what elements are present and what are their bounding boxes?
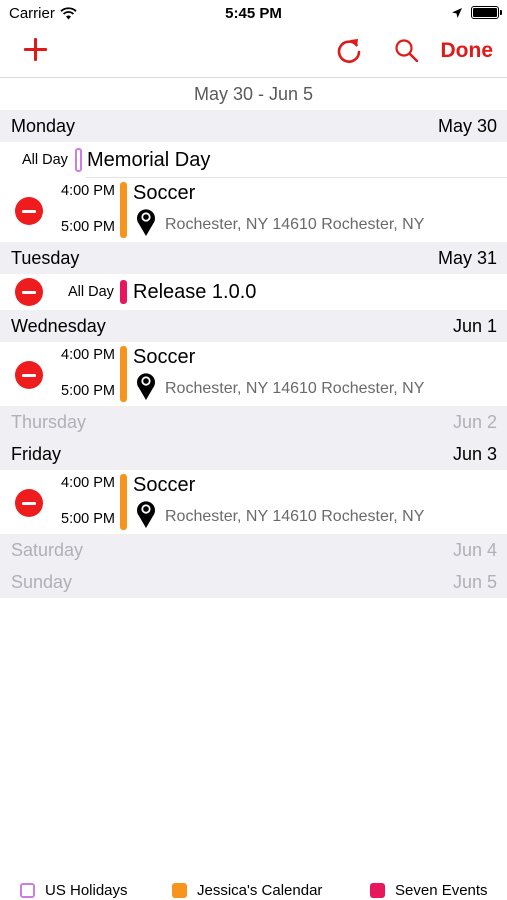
event-start-time: 4:00 PM xyxy=(61,347,115,363)
calendar-color-bar xyxy=(120,346,127,402)
done-button[interactable]: Done xyxy=(441,39,494,63)
day-header-sunday: Sunday Jun 5 xyxy=(0,566,507,598)
calendar-color-swatch xyxy=(20,883,35,898)
event-title: Soccer xyxy=(133,474,196,496)
day-header-friday: Friday Jun 3 xyxy=(0,438,507,470)
event-end-time: 5:00 PM xyxy=(61,383,115,399)
all-day-label: All Day xyxy=(22,152,68,168)
clock: 5:45 PM xyxy=(225,5,282,22)
event-row-soccer-wednesday[interactable]: 4:00 PM 5:00 PM Soccer Rochester, NY 146… xyxy=(0,342,507,406)
event-location: Rochester, NY 14610 Rochester, NY xyxy=(165,508,425,525)
event-row-soccer-monday[interactable]: 4:00 PM 5:00 PM Soccer Rochester, NY 146… xyxy=(0,178,507,242)
day-date: May 31 xyxy=(437,247,497,268)
day-name: Thursday xyxy=(11,411,87,432)
location-arrow-icon xyxy=(452,7,462,18)
delete-button[interactable] xyxy=(15,197,43,225)
calendar-color-swatch xyxy=(370,883,385,898)
add-event-button[interactable] xyxy=(22,36,50,64)
search-icon xyxy=(395,39,419,63)
day-name: Monday xyxy=(11,115,76,136)
calendar-color-bar xyxy=(120,474,127,530)
day-date: Jun 3 xyxy=(452,443,497,464)
calendar-color-bar xyxy=(120,182,127,238)
week-range-label: May 30 - Jun 5 xyxy=(193,84,314,104)
battery-icon xyxy=(471,6,502,19)
day-date: May 30 xyxy=(437,115,497,136)
event-row-soccer-friday[interactable]: 4:00 PM 5:00 PM Soccer Rochester, NY 146… xyxy=(0,470,507,534)
legend-item-seven-events: Seven Events xyxy=(370,882,488,899)
refresh-icon xyxy=(337,39,361,63)
delete-button[interactable] xyxy=(15,361,43,389)
search-button[interactable] xyxy=(394,38,420,64)
navigation-bar: Done xyxy=(0,28,507,78)
map-pin-icon xyxy=(137,373,155,400)
event-end-time: 5:00 PM xyxy=(61,511,115,527)
event-location: Rochester, NY 14610 Rochester, NY xyxy=(165,216,425,233)
legend-label: US Holidays xyxy=(45,882,128,899)
event-title: Memorial Day xyxy=(87,149,211,171)
legend-item-us-holidays: US Holidays xyxy=(20,882,128,899)
day-name: Tuesday xyxy=(11,247,80,268)
event-start-time: 4:00 PM xyxy=(61,475,115,491)
map-pin-icon xyxy=(137,501,155,528)
day-date: Jun 2 xyxy=(452,411,497,432)
calendar-color-swatch xyxy=(172,883,187,898)
day-header-monday: Monday May 30 xyxy=(0,110,507,142)
all-day-label: All Day xyxy=(68,284,114,300)
day-date: Jun 4 xyxy=(452,539,497,560)
status-bar: Carrier 5:45 PM xyxy=(0,0,507,28)
event-title: Soccer xyxy=(133,182,196,204)
legend-label: Jessica's Calendar xyxy=(197,882,323,899)
day-header-thursday: Thursday Jun 2 xyxy=(0,406,507,438)
event-title: Soccer xyxy=(133,346,196,368)
day-date: Jun 5 xyxy=(452,571,497,592)
legend-item-jessicas-calendar: Jessica's Calendar xyxy=(172,882,322,899)
day-name: Sunday xyxy=(11,571,73,592)
event-row-release[interactable]: All Day Release 1.0.0 xyxy=(0,274,507,310)
status-icons xyxy=(451,6,502,19)
delete-button[interactable] xyxy=(15,489,43,517)
event-title: Release 1.0.0 xyxy=(133,281,257,303)
calendar-color-bar xyxy=(75,148,82,172)
map-pin-icon xyxy=(137,209,155,236)
day-name: Friday xyxy=(11,443,62,464)
event-row-memorial-day[interactable]: All Day Memorial Day xyxy=(0,142,507,178)
day-header-wednesday: Wednesday Jun 1 xyxy=(0,310,507,342)
event-start-time: 4:00 PM xyxy=(61,183,115,199)
delete-button[interactable] xyxy=(15,278,43,306)
day-header-saturday: Saturday Jun 4 xyxy=(0,534,507,566)
event-end-time: 5:00 PM xyxy=(61,219,115,235)
calendar-color-bar xyxy=(120,280,127,304)
refresh-button[interactable] xyxy=(334,36,364,66)
week-agenda-list: Monday May 30 All Day Memorial Day 4:00 … xyxy=(0,110,507,598)
day-name: Saturday xyxy=(11,539,84,560)
event-location: Rochester, NY 14610 Rochester, NY xyxy=(165,380,425,397)
legend-label: Seven Events xyxy=(395,882,488,899)
day-header-tuesday: Tuesday May 31 xyxy=(0,242,507,274)
day-date: Jun 1 xyxy=(452,315,497,336)
day-name: Wednesday xyxy=(11,315,106,336)
